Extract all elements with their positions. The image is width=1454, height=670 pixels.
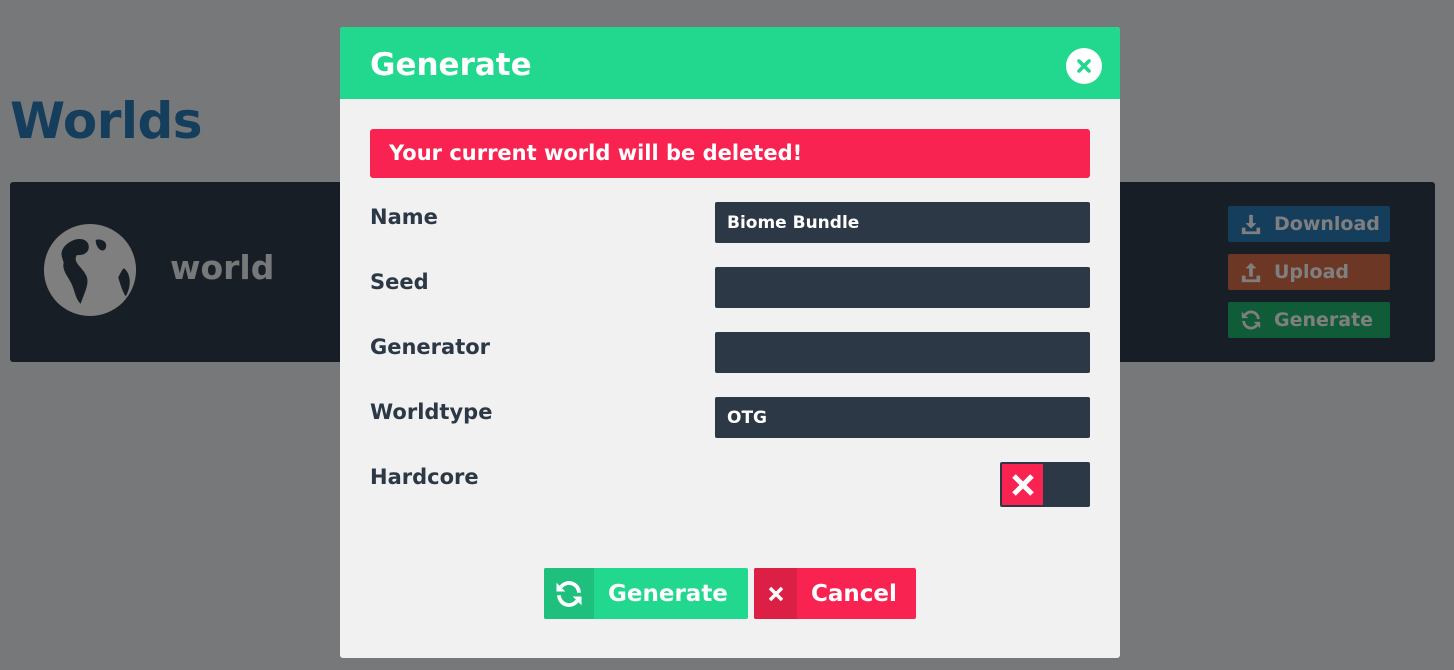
name-label: Name xyxy=(370,205,438,229)
generate-button[interactable]: Generate xyxy=(544,568,748,619)
refresh-icon-wrap xyxy=(544,568,594,619)
generate-button-label: Generate xyxy=(608,580,728,607)
generator-input[interactable] xyxy=(715,332,1090,373)
hardcore-toggle[interactable] xyxy=(1000,462,1090,507)
x-icon xyxy=(768,586,783,601)
cancel-button[interactable]: Cancel xyxy=(754,568,916,619)
generator-label: Generator xyxy=(370,335,491,359)
seed-input[interactable] xyxy=(715,267,1090,308)
x-icon xyxy=(1011,473,1034,496)
close-icon xyxy=(1077,59,1091,73)
refresh-icon xyxy=(556,580,582,607)
name-input[interactable] xyxy=(715,202,1090,243)
hardcore-label: Hardcore xyxy=(370,465,479,489)
seed-label: Seed xyxy=(370,270,429,294)
modal-title: Generate xyxy=(370,47,532,83)
cancel-icon-wrap xyxy=(754,568,797,619)
modal-header: Generate xyxy=(340,27,1120,99)
cancel-button-label: Cancel xyxy=(811,580,897,607)
warning-alert: Your current world will be deleted! xyxy=(370,129,1090,178)
worldtype-label: Worldtype xyxy=(370,400,493,424)
worldtype-input[interactable] xyxy=(715,397,1090,438)
generate-dialog: Generate Your current world will be dele… xyxy=(340,27,1120,658)
toggle-knob xyxy=(1002,464,1043,505)
close-button[interactable] xyxy=(1066,48,1102,84)
